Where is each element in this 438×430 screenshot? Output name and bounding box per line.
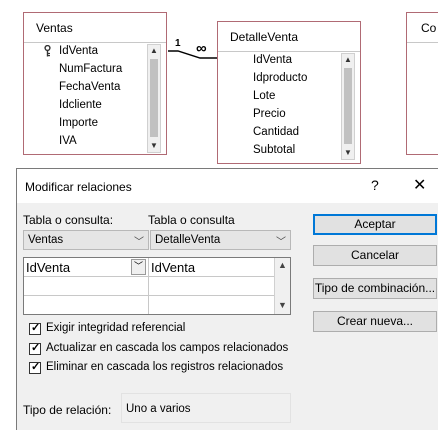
- table-detalleventa-title[interactable]: DetalleVenta: [230, 30, 298, 44]
- table-left-label: Tabla o consulta:: [23, 213, 114, 227]
- divider: [218, 51, 360, 52]
- chevron-down-icon: ﹀: [134, 237, 144, 248]
- chevron-down-icon: ﹀: [276, 237, 286, 248]
- field-item[interactable]: Lote: [253, 90, 275, 102]
- close-icon[interactable]: ✕: [413, 175, 426, 195]
- scroll-thumb[interactable]: [344, 68, 352, 144]
- relationship-type-value: Uno a varios: [126, 403, 191, 415]
- grid-scrollbar[interactable]: ▲ ▼: [274, 258, 290, 314]
- primary-key-icon: [44, 45, 51, 57]
- table-partial-title[interactable]: Co: [421, 21, 436, 35]
- grid-cell-empty[interactable]: [24, 296, 149, 314]
- check-icon: ✓: [31, 342, 41, 354]
- check-icon: ✓: [31, 361, 41, 373]
- field-item[interactable]: Importe: [59, 117, 98, 129]
- help-icon[interactable]: ?: [371, 177, 379, 193]
- relationship-type-label: Tipo de relación:: [23, 403, 112, 417]
- divider: [24, 42, 166, 43]
- join-type-button[interactable]: Tipo de combinación...: [313, 278, 437, 299]
- edit-relationships-dialog: Modificar relaciones ? ✕ Tabla o consult…: [16, 168, 438, 430]
- divider: [407, 42, 438, 43]
- scroll-up-arrow-icon[interactable]: ▲: [275, 260, 290, 270]
- dialog-titlebar[interactable]: Modificar relaciones ? ✕: [17, 169, 438, 203]
- field-item[interactable]: Precio: [253, 108, 286, 120]
- grid-cell-empty[interactable]: [24, 277, 149, 296]
- table-ventas[interactable]: Ventas IdVenta NumFactura FechaVenta Idc…: [23, 12, 167, 155]
- field-item[interactable]: Cantidad: [253, 126, 299, 138]
- scroll-down-arrow-icon[interactable]: ▼: [342, 147, 354, 159]
- scroll-down-arrow-icon[interactable]: ▼: [148, 140, 160, 152]
- grid-cell-left[interactable]: IdVenta ﹀: [24, 258, 149, 277]
- relationship-type-box: Uno a varios: [121, 393, 291, 423]
- field-item[interactable]: Subtotal: [253, 144, 295, 156]
- cancel-button[interactable]: Cancelar: [313, 245, 437, 266]
- scroll-thumb[interactable]: [150, 59, 158, 137]
- scroll-up-arrow-icon[interactable]: ▲: [148, 45, 160, 57]
- checkbox[interactable]: ✓: [29, 342, 41, 355]
- field-item[interactable]: FechaVenta: [59, 81, 120, 93]
- table-right-combo[interactable]: DetalleVenta ﹀: [150, 230, 291, 250]
- table-left-value: Ventas: [28, 234, 64, 246]
- relationships-canvas: Ventas IdVenta NumFactura FechaVenta Idc…: [0, 0, 438, 168]
- table-partial[interactable]: Co: [406, 12, 438, 155]
- field-item[interactable]: Idcliente: [59, 99, 102, 111]
- field-item[interactable]: IVA: [59, 135, 77, 147]
- grid-left-value: IdVenta: [26, 260, 71, 275]
- grid-cell-empty[interactable]: [149, 277, 276, 296]
- grid-cell-right[interactable]: IdVenta: [149, 258, 276, 277]
- dialog-title: Modificar relaciones: [25, 180, 132, 194]
- cell-dropdown-icon[interactable]: ﹀: [131, 259, 146, 275]
- fields-grid: IdVenta ﹀ IdVenta ▲ ▼: [23, 257, 291, 315]
- checkbox-label[interactable]: Eliminar en cascada los registros relaci…: [46, 361, 283, 373]
- checkbox-label[interactable]: Actualizar en cascada los campos relacio…: [46, 342, 288, 354]
- table-right-value: DetalleVenta: [155, 234, 221, 246]
- table-left-combo[interactable]: Ventas ﹀: [23, 230, 149, 250]
- grid-right-value: IdVenta: [151, 260, 196, 275]
- checkbox[interactable]: ✓: [29, 322, 41, 335]
- vertical-scrollbar[interactable]: ▲ ▼: [147, 44, 161, 153]
- field-item[interactable]: Idproducto: [253, 72, 307, 84]
- field-item[interactable]: NumFactura: [59, 63, 122, 75]
- check-icon: ✓: [31, 322, 41, 334]
- rel-many-label: ∞: [196, 40, 207, 57]
- checkbox-label[interactable]: Exigir integridad referencial: [46, 322, 185, 334]
- table-right-label: Tabla o consulta: [148, 213, 235, 227]
- grid-cell-empty[interactable]: [149, 296, 276, 314]
- accept-button[interactable]: Aceptar: [313, 214, 437, 235]
- rel-one-label: 1: [175, 38, 181, 49]
- field-item[interactable]: IdVenta: [253, 54, 292, 66]
- scroll-up-arrow-icon[interactable]: ▲: [342, 54, 354, 66]
- scroll-down-arrow-icon[interactable]: ▼: [275, 300, 290, 310]
- vertical-scrollbar[interactable]: ▲ ▼: [341, 53, 355, 160]
- field-item[interactable]: IdVenta: [59, 45, 98, 57]
- create-new-button[interactable]: Crear nueva...: [313, 311, 437, 332]
- table-detalleventa[interactable]: DetalleVenta IdVenta Idproducto Lote Pre…: [217, 21, 361, 164]
- table-ventas-title[interactable]: Ventas: [36, 21, 73, 35]
- checkbox[interactable]: ✓: [29, 361, 41, 374]
